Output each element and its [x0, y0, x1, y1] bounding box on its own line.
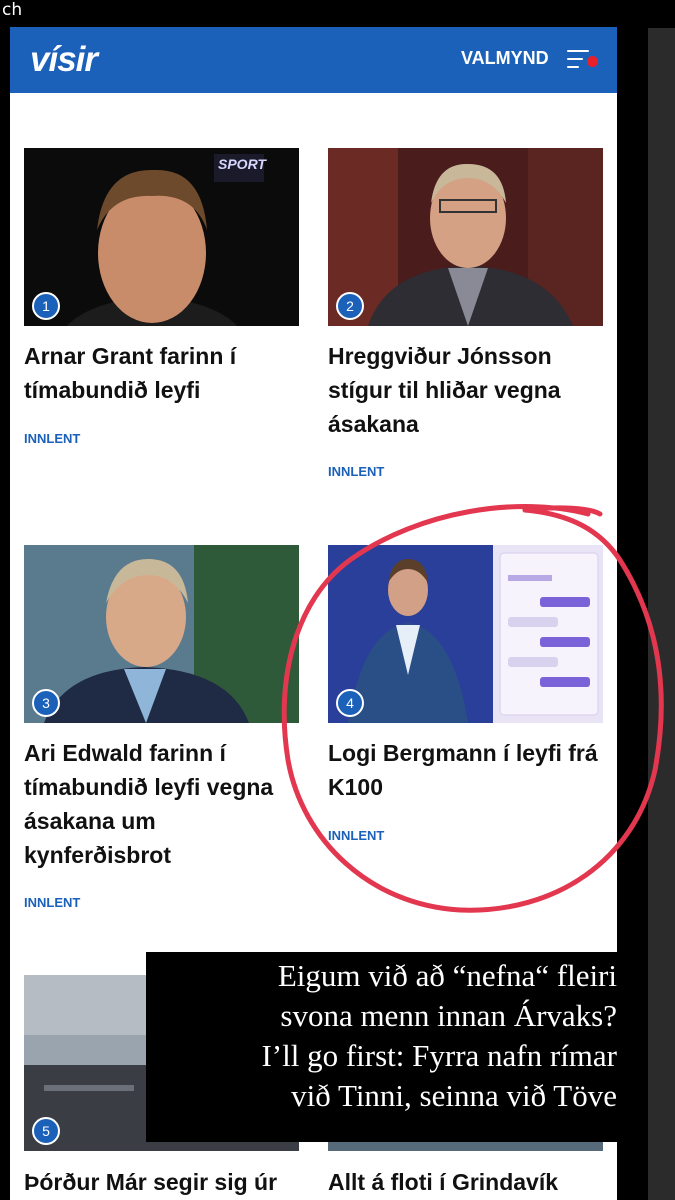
caption-line: Eigum við að “nefna“ fleiri	[277, 958, 617, 993]
menu-icon[interactable]	[567, 48, 599, 72]
highlight-circle	[281, 504, 664, 913]
article-image[interactable]: 2	[328, 148, 603, 326]
article-image[interactable]: 3	[24, 545, 299, 723]
article-category[interactable]: INNLENT	[24, 431, 80, 446]
caption-line: svona menn innan Árvaks?	[280, 998, 617, 1033]
article-title[interactable]: Ari Edwald farinn í tímabundið leyfi veg…	[24, 736, 299, 872]
visir-logo[interactable]: vísir	[30, 40, 98, 80]
story-caption: Eigum við að “nefna“ fleiri svona menn i…	[146, 952, 621, 1142]
article-card-3[interactable]: 3 Ari Edwald farinn í tímabundið leyfi v…	[24, 545, 299, 925]
rank-badge: 2	[336, 292, 364, 320]
article-card-2[interactable]: 2 Hreggviður Jónsson stígur til hliðar v…	[328, 148, 603, 488]
article-title[interactable]: Hreggviður Jónsson stígur til hliðar veg…	[328, 339, 603, 441]
sport-logo: SPORT	[218, 156, 266, 172]
rank-badge: 5	[32, 1117, 60, 1145]
rank-badge: 3	[32, 689, 60, 717]
article-card-1[interactable]: SPORT 1 Arnar Grant farinn í tímabundið …	[24, 148, 299, 458]
article-title[interactable]: Þórður Már segir sig úr	[24, 1165, 299, 1199]
caption-line: I’ll go first: Fyrra nafn rímar	[261, 1038, 617, 1073]
caption-line: við Tinni, seinna við Töve	[291, 1078, 617, 1113]
rank-badge: 1	[32, 292, 60, 320]
site-header: vísir VALMYND	[10, 27, 617, 93]
article-title[interactable]: Arnar Grant farinn í tímabundið leyfi	[24, 339, 299, 407]
status-text: ch	[2, 0, 23, 20]
article-title[interactable]: Allt á floti í Grindavík	[328, 1165, 603, 1199]
article-image[interactable]: SPORT 1	[24, 148, 299, 326]
menu-button-label[interactable]: VALMYND	[461, 48, 549, 69]
article-category[interactable]: INNLENT	[328, 464, 384, 479]
article-category[interactable]: INNLENT	[24, 895, 80, 910]
